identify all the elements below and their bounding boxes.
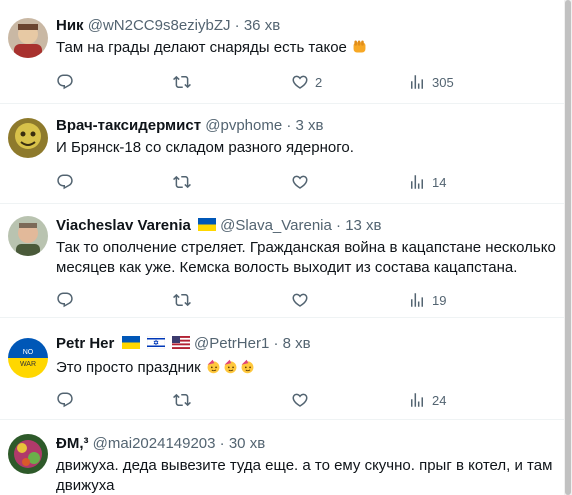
reply-icon (56, 73, 74, 91)
separator-dot: · (273, 335, 279, 352)
tweet-reply[interactable]: Врач-таксидермист @pvphome · 3 хв И Брян… (0, 104, 564, 204)
view-count: 14 (432, 174, 447, 190)
like-button[interactable] (291, 290, 315, 310)
fist-emoji-icon (353, 40, 366, 53)
usa-flag-icon (171, 336, 190, 349)
timestamp[interactable]: 8 хв (283, 335, 311, 352)
view-count: 305 (432, 74, 454, 90)
views-button[interactable]: 19 (408, 290, 446, 310)
tweet-reply[interactable]: Ник @wN2CC9s8eziybZJ · 36 хв Там на град… (0, 0, 564, 104)
display-name[interactable]: Врач-таксидермист (56, 117, 201, 134)
party-face-emoji-icon (241, 359, 254, 374)
retweet-button[interactable] (173, 72, 191, 92)
scrollbar-thumb[interactable] (565, 0, 571, 495)
tweet-actions: 14 (56, 172, 536, 192)
reply-button[interactable] (56, 172, 80, 192)
views-chart-icon (408, 391, 426, 409)
user-handle[interactable]: @Slava_Varenia (220, 217, 332, 234)
tweet-reply[interactable]: ÐM,³ @mai2024149203 · 30 хв движуха. дед… (0, 420, 564, 495)
avatar[interactable] (8, 118, 48, 158)
party-face-emoji-icon (224, 359, 237, 374)
like-button[interactable] (291, 390, 315, 410)
tweet-text-content: Это просто праздник (56, 359, 201, 376)
ukraine-flag-icon (121, 336, 140, 349)
avatar[interactable]: NO WAR (8, 338, 48, 378)
retweet-button[interactable] (173, 390, 191, 410)
retweet-icon (173, 173, 191, 191)
tweet-reply[interactable]: NO WAR Petr Her @PetrHer1 · 8 хв Это про… (0, 318, 564, 420)
tweet-reply[interactable]: Viacheslav Varenia @Slava_Varenia · 13 х… (0, 204, 564, 318)
reply-icon (56, 291, 74, 309)
views-chart-icon (408, 291, 426, 309)
timestamp[interactable]: 30 хв (229, 435, 265, 452)
avatar[interactable] (8, 216, 48, 256)
display-name[interactable]: Ник (56, 17, 84, 34)
avatar[interactable] (8, 18, 48, 58)
reply-button[interactable] (56, 72, 80, 92)
timestamp[interactable]: 3 хв (296, 117, 324, 134)
display-name[interactable]: Viacheslav Varenia (56, 217, 191, 234)
avatar[interactable] (8, 434, 48, 474)
retweet-icon (173, 391, 191, 409)
separator-dot: · (219, 435, 225, 452)
like-button[interactable]: 2 (291, 72, 322, 92)
tweet-header: ÐM,³ @mai2024149203 · 30 хв (56, 434, 265, 454)
tweet-header: Врач-таксидермист @pvphome · 3 хв (56, 116, 324, 136)
separator-dot: · (286, 117, 292, 134)
tweet-actions: 2 305 (56, 72, 536, 92)
scrollbar[interactable] (564, 0, 572, 495)
tweet-text: движуха. деда вывезите туда еще. а то ем… (56, 457, 553, 494)
separator-dot: · (234, 17, 240, 34)
tweet-text: И Брянск-18 со складом разного ядерного. (56, 139, 354, 156)
separator-dot: · (336, 217, 342, 234)
reply-icon (56, 391, 74, 409)
tweet-header: Petr Her @PetrHer1 · 8 хв (56, 334, 311, 354)
reply-button[interactable] (56, 390, 80, 410)
like-button[interactable] (291, 172, 315, 192)
heart-icon (291, 173, 309, 191)
party-face-emoji-icon (207, 359, 220, 374)
display-name[interactable]: ÐM,³ (56, 435, 89, 452)
tweet-header: Ник @wN2CC9s8eziybZJ · 36 хв (56, 16, 280, 36)
like-count: 2 (315, 74, 323, 90)
user-handle[interactable]: @pvphome (205, 117, 282, 134)
user-handle[interactable]: @PetrHer1 (194, 335, 269, 352)
views-button[interactable]: 14 (408, 172, 446, 192)
views-button[interactable]: 24 (408, 390, 446, 410)
tweet-actions: 24 (56, 390, 536, 410)
tweet-actions: 19 (56, 290, 536, 310)
user-handle[interactable]: @mai2024149203 (93, 435, 216, 452)
reply-button[interactable] (56, 290, 80, 310)
tweet-text: Там на грады делают снаряды есть такое (56, 38, 556, 58)
tweet-text: Это просто праздник (56, 358, 556, 378)
retweet-icon (173, 291, 191, 309)
retweet-icon (173, 73, 191, 91)
user-handle[interactable]: @wN2CC9s8eziybZJ (88, 17, 231, 34)
avatar-text-war: WAR (20, 361, 36, 368)
reply-icon (56, 173, 74, 191)
israel-flag-icon (146, 336, 165, 349)
view-count: 19 (432, 292, 447, 308)
timestamp[interactable]: 36 хв (244, 17, 280, 34)
view-count: 24 (432, 392, 447, 408)
avatar-text-no: NO (23, 349, 34, 356)
heart-icon (291, 391, 309, 409)
views-button[interactable]: 305 (408, 72, 454, 92)
retweet-button[interactable] (173, 172, 191, 192)
views-chart-icon (408, 73, 426, 91)
ukraine-flag-icon (198, 218, 216, 231)
tweet-text-content: Там на грады делают снаряды есть такое (56, 39, 347, 56)
display-name[interactable]: Petr Her (56, 335, 114, 352)
tweet-text: Так то ополчение стреляет. Гражданская в… (56, 239, 556, 276)
timestamp[interactable]: 13 хв (345, 217, 381, 234)
heart-icon (291, 73, 309, 91)
retweet-button[interactable] (173, 290, 191, 310)
heart-icon (291, 291, 309, 309)
views-chart-icon (408, 173, 426, 191)
tweet-header: Viacheslav Varenia @Slava_Varenia · 13 х… (56, 216, 382, 236)
